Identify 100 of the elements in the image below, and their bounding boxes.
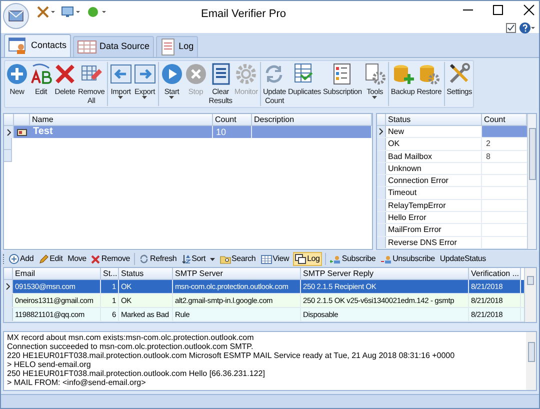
log-line: > MAIL FROM: <info@send-email.org> [7,378,147,387]
grid-icon [260,254,272,264]
log-line: 250 HE1EUR01FT038.mail.protection.outlook.com Hello [66.36.231.122] [7,369,266,378]
column-header[interactable]: Email [13,268,101,280]
row-indicator-icon [6,283,10,290]
table-cell: Hello Error [388,213,426,222]
toolbar-button[interactable]: Edit [38,252,64,266]
cross-icon [54,63,76,85]
log-line: MX record about msn.com exists:msn-com.olc.protection.outlook.com [7,333,255,342]
tab[interactable]: Contacts [4,34,71,57]
pencil-icon [38,254,49,264]
user-add-icon [330,254,341,264]
row-header[interactable] [377,126,386,138]
toolbar-button[interactable]: Refresh [138,252,178,266]
row-header[interactable] [4,280,13,293]
checkbox-icon[interactable] [506,23,516,33]
toolbar-button[interactable]: Log [293,252,322,266]
column-header[interactable]: Count [213,114,252,126]
column-header[interactable]: SMTP Server Reply [301,268,469,280]
toolbar-button[interactable]: Sort [180,252,216,266]
toolbar-button[interactable]: Remove [90,252,131,266]
caret-icon [142,96,148,99]
gear-icon [235,63,258,85]
header-corner [4,114,14,126]
monitor-icon[interactable] [61,6,81,18]
column-header[interactable]: Count [482,114,527,126]
table-cell: Timeout [388,188,417,198]
wrench-screwdriver-icon [448,63,470,85]
sort-icon [182,254,191,264]
table-cell: RelayTempError [388,200,446,210]
caret-icon [372,96,378,99]
toolbar-button[interactable]: Search [218,252,257,266]
contact-list-icon [17,128,27,136]
log-line: > HELO send-email.org [7,360,92,369]
database-plus-icon [392,63,414,85]
folder-search-icon [220,254,230,264]
globe-icon[interactable] [87,6,107,18]
toolbar-button[interactable]: Unsubscribe [380,252,436,266]
table-cell: 10 [216,127,226,137]
caret-icon [169,96,174,99]
table-cell: Bad Mailbox [388,152,432,161]
table-cell: 2 [486,139,490,148]
log-line: 220 HE1EUR01FT038.mail.protection.outlook.com Microsoft ESMTP MAIL Service ready at Tue, 21 Aug 2018 08:31:16 +0000 [7,351,456,360]
play-icon [160,63,183,85]
tab[interactable]: Log [156,36,198,57]
log-window-icon [295,254,306,264]
app-logo-icon[interactable] [3,3,29,29]
table-cell: OK [388,139,400,148]
caret-icon [210,258,214,260]
export-icon [134,63,156,85]
log-line: Connection succeeded to msn-com.olc.protection.outlook.com SMTP. [7,342,254,351]
table-icon [76,39,97,55]
tab[interactable]: Data Source [72,36,154,57]
column-header[interactable]: Description [252,114,372,126]
column-header[interactable]: Status [119,268,173,280]
plus-icon [6,63,28,85]
header-corner [377,114,386,126]
tools-icon[interactable] [37,6,55,18]
row-header[interactable] [4,126,14,138]
table-cell: MailFrom Error [388,225,442,234]
table-cell: Unknown [388,164,422,173]
header-corner [4,268,13,280]
toolbar-button[interactable]: Subscribe [328,252,377,266]
help-icon[interactable] [519,22,535,34]
toolbar-button[interactable]: View [260,252,290,266]
table-cell: Test [33,126,53,137]
table-cell: New [388,127,404,136]
column-header[interactable]: Status [386,114,482,126]
letters-icon [30,63,52,85]
cross-icon [91,254,100,264]
maximize-icon[interactable] [493,3,503,17]
window-title: Email Verifier Pro [201,7,286,22]
column-header[interactable]: Name [30,114,213,126]
scrollbar[interactable] [524,268,536,322]
scrollbar[interactable] [527,114,536,249]
toolbar-button[interactable]: UpdateStatus [438,252,487,266]
table-cell: Connection Error [388,176,448,186]
toolbar-button[interactable]: Move [66,252,88,266]
row-indicator-icon [6,128,10,136]
stop-icon [184,63,207,85]
tools-gear-icon [364,63,386,85]
refresh-icon [139,254,149,264]
caret-icon [118,96,124,99]
column-header[interactable]: Verification ... [469,268,521,280]
plus-icon [9,254,19,264]
database-gear-icon [418,63,440,85]
column-header[interactable]: SMTP Server [173,268,301,280]
document-icon [160,38,176,56]
toolbar-button[interactable]: Add [8,252,35,266]
list-icon [210,63,232,85]
column-header[interactable]: St... [101,268,119,280]
row-indicator-icon [379,128,383,136]
import-icon [110,63,132,85]
table-cell: 8 [486,152,490,161]
checklist-icon [331,63,354,85]
user-remove-icon [380,254,392,264]
scrollbar[interactable] [526,332,536,390]
contact-card-icon [8,37,28,55]
close-icon[interactable] [523,3,535,17]
table-icon [293,63,316,85]
